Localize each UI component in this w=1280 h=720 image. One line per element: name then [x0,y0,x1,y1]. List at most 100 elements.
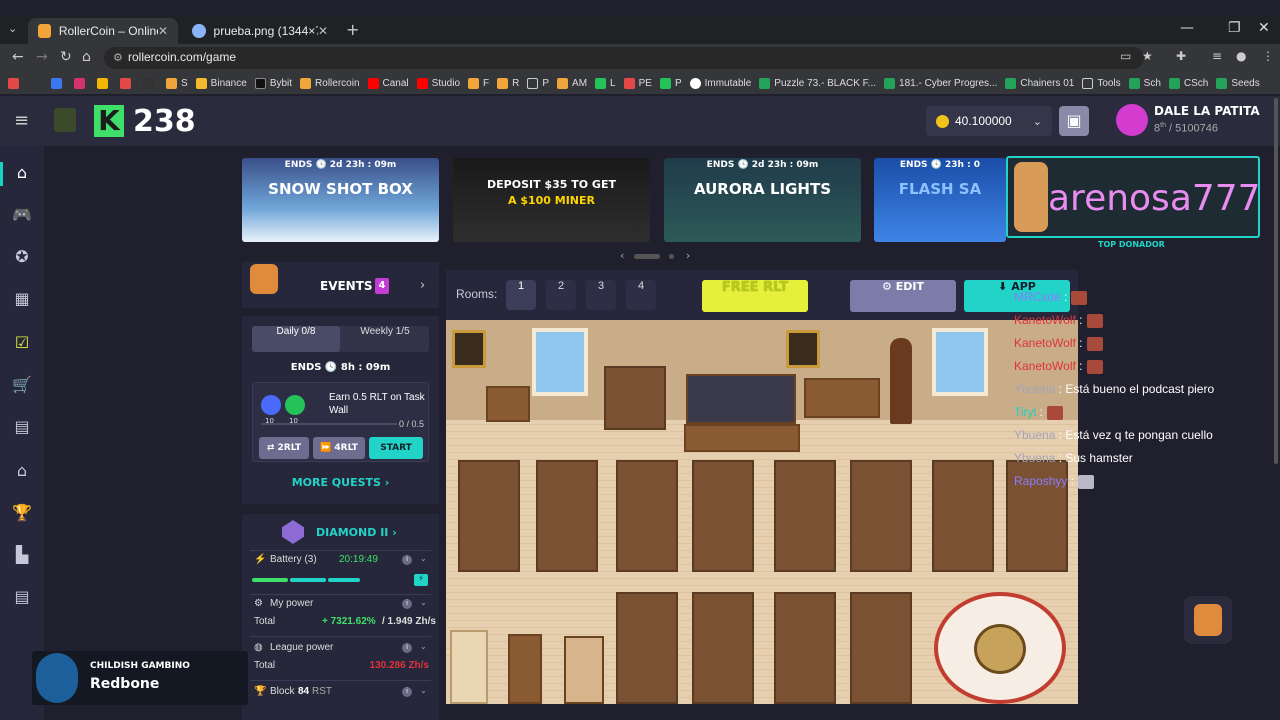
back-icon[interactable]: ← [12,49,24,65]
empty-rack-slot[interactable] [564,636,604,704]
carousel-dot-active[interactable] [633,253,660,259]
bookmark-rollercoin[interactable]: Rollercoin [300,77,360,89]
sidebar-item-bank[interactable]: ⌂ [11,460,33,482]
info-icon[interactable]: i [402,643,412,653]
sidebar-item-events[interactable]: ▦ [11,288,33,310]
bookmark-tools[interactable]: Tools [1082,77,1121,89]
bookmark-puzzle[interactable]: Puzzle 73.- BLACK F... [759,77,876,89]
miner-rack[interactable] [616,460,678,572]
window-close-icon[interactable]: ✕ [1258,20,1270,36]
bookmark-item[interactable] [120,77,135,89]
bookmark-item[interactable] [8,77,43,89]
bookmark-item[interactable] [74,77,89,89]
miner-rack[interactable] [616,592,678,704]
skip-4rlt-button[interactable]: ⏩ 4RLT [313,437,365,459]
bookmark-cyber[interactable]: 181.- Cyber Progres... [884,77,997,89]
miner-rack[interactable] [850,592,912,704]
sidebar-item-games[interactable]: 🎮 [11,204,33,226]
new-tab-icon[interactable]: + [346,20,359,39]
tab-list-icon[interactable]: ⌄ [8,22,17,35]
cast-icon[interactable]: ▭ [1120,49,1131,63]
banner-aurora-lights[interactable]: ENDS 🕓 2d 23h : 09m AURORA LIGHTS [664,158,861,242]
info-icon[interactable]: i [402,687,412,697]
miner-avatar-icon[interactable] [54,108,76,132]
sidebar-item-store[interactable]: ▤ [11,416,33,438]
bookmark-r[interactable]: R [497,77,519,89]
room-tab-1[interactable]: 1 [506,280,536,310]
bookmark-studio[interactable]: Studio [416,77,460,89]
bookmark-star-icon[interactable]: ★ [1142,49,1153,63]
start-button[interactable]: START [369,437,423,459]
bookmark-binance[interactable]: Binance [195,77,247,89]
close-icon[interactable]: ✕ [318,24,328,38]
close-icon[interactable]: ✕ [158,24,168,38]
home-icon[interactable]: ⌂ [82,49,91,65]
sidebar-item-home[interactable]: ⌂ [11,162,33,184]
bookmark-item[interactable] [143,77,158,89]
maximize-icon[interactable]: ❐ [1228,20,1241,36]
sidebar-item-tasks[interactable]: ☑ [11,332,33,354]
bookmark-seeds[interactable]: Seeds [1216,77,1260,89]
empty-rack-slot[interactable] [450,630,488,704]
bookmark-bybit[interactable]: Bybit [254,77,292,89]
bookmark-immutable[interactable]: Immutable [689,77,751,89]
room-tab-3[interactable]: 3 [586,280,616,310]
bookmark-item[interactable] [97,77,112,89]
banner-snow-shot-box[interactable]: ENDS 🕓 2d 23h : 09m SNOW SHOT BOX [242,158,439,242]
more-quests-link[interactable]: MORE QUESTS › [242,476,439,489]
tab-prueba[interactable]: prueba.png (1344×768) ✕ [182,18,338,44]
miner-rack[interactable] [692,592,754,704]
bookmark-chainers[interactable]: Chainers 01 [1005,77,1074,89]
menu-kebab-icon[interactable]: ⋮ [1262,49,1274,63]
site-info-icon[interactable]: ⚙ [113,51,123,64]
chevron-left-icon[interactable]: ‹ [620,249,624,262]
username[interactable]: DALE LA PATITA [1154,104,1260,118]
profile-icon[interactable]: ● [1236,49,1246,63]
bookmark-p2[interactable]: P [659,77,682,89]
collectibles-shelf[interactable] [604,366,666,430]
bookmark-canal[interactable]: Canal [367,77,409,89]
skip-2rlt-button[interactable]: ⇄ 2RLT [259,437,309,459]
bookmark-sch[interactable]: Sch [1128,77,1161,89]
tab-daily[interactable]: Daily 0/8 [252,326,340,352]
bookmark-l[interactable]: L [595,77,616,89]
bookmark-am[interactable]: AM [557,77,587,89]
media-control-icon[interactable]: ≡ [1212,49,1222,63]
minimize-icon[interactable]: — [1180,20,1194,36]
edit-room-button[interactable]: ⚙ EDIT [850,280,956,312]
miner-rack[interactable] [536,460,598,572]
chevron-down-icon[interactable]: ⌄ [420,598,427,607]
carousel-dot[interactable] [669,253,675,259]
hamburger-menu-icon[interactable]: ≡ [14,110,29,131]
page-scrollbar[interactable] [1274,98,1278,464]
banner-flash-sale[interactable]: ENDS 🕓 23h : 0 FLASH SA [874,158,1006,242]
room-tab-2[interactable]: 2 [546,280,576,310]
room-tab-4[interactable]: 4 [626,280,656,310]
miner-rack[interactable] [774,460,836,572]
tab-weekly[interactable]: Weekly 1/5 [341,326,429,352]
chevron-right-icon[interactable]: › [420,278,425,293]
sidebar-item-marketplace[interactable]: 🛒 [11,374,33,396]
bookmark-csch[interactable]: CSch [1168,77,1208,89]
avatar[interactable] [1116,104,1148,136]
chevron-right-icon[interactable]: › [686,249,690,262]
wallet-button[interactable]: ▣ [1059,106,1089,136]
free-rlt-button[interactable]: FREE RLT [702,280,808,312]
support-chat-button[interactable] [1184,596,1232,644]
miner-rack[interactable] [774,592,836,704]
bookmark-pe[interactable]: PE [623,77,652,89]
sidebar-item-rewards[interactable]: ✪ [11,246,33,268]
banner-deposit[interactable]: DEPOSIT $35 TO GET A $100 MINER [453,158,650,242]
sidebar-item-news[interactable]: ▤ [11,586,33,608]
league-name-link[interactable]: DIAMOND II › [316,526,397,539]
info-icon[interactable]: i [402,599,412,609]
bookmark-folder-p[interactable]: P [527,77,549,89]
mining-pc-desk[interactable] [686,374,796,424]
battery-boost-icon[interactable]: ⚡ [414,574,428,586]
tab-rollercoin[interactable]: RollerCoin – Online Bitcoin Min ✕ [28,18,178,44]
mining-room-scene[interactable] [446,320,1078,704]
empty-rack-slot[interactable] [508,634,542,704]
bookmark-item[interactable]: S [166,77,188,89]
miner-rack[interactable] [692,460,754,572]
miner-rack[interactable] [458,460,520,572]
